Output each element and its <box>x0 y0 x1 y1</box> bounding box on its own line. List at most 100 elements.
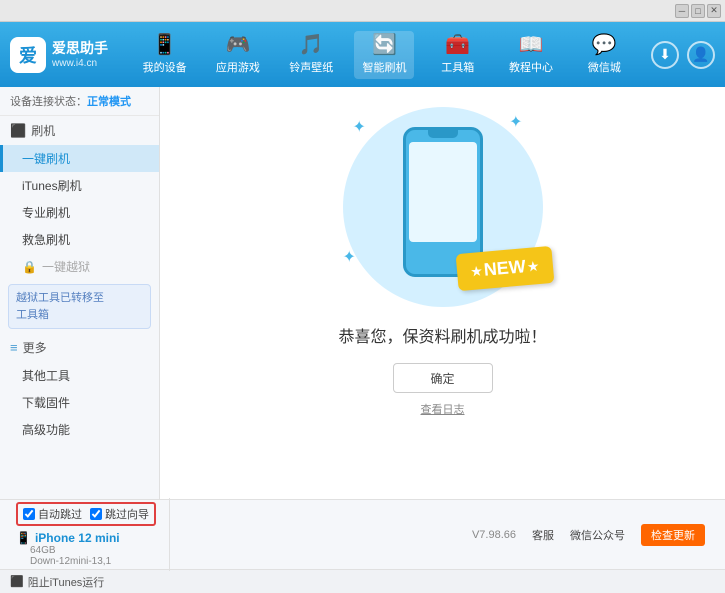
skip-wizard-input[interactable] <box>90 508 102 520</box>
nav-wechat-city[interactable]: 💬 微信城 <box>574 31 634 79</box>
tutorials-label: 教程中心 <box>509 59 553 75</box>
auto-dismiss-input[interactable] <box>23 508 35 520</box>
smart-shop-icon: 🔄 <box>372 35 397 55</box>
version-label: V7.98.66 <box>472 529 516 541</box>
nav-smart-shop[interactable]: 🔄 智能刷机 <box>354 31 414 79</box>
wechat-public-link[interactable]: 微信公众号 <box>570 527 625 543</box>
ringtones-label: 铃声壁纸 <box>289 59 333 75</box>
download-button[interactable]: ⬇ <box>651 41 679 69</box>
logo-icon: 爱 <box>10 37 46 73</box>
maximize-button[interactable]: □ <box>691 4 705 18</box>
device-info: 📱 iPhone 12 mini 64GB Down-12mini-13,1 <box>16 531 163 567</box>
content-area: ✦ ✦ ✦ NEW 恭喜您，保资料刷机成功啦！ 确定 查看日志 <box>160 87 725 499</box>
nav-toolbox[interactable]: 🧰 工具箱 <box>428 31 488 79</box>
flash-section: ⬛ 刷机 一键刷机 iTunes刷机 专业刷机 救急刷机 <box>0 116 159 253</box>
sidebar: 设备连接状态：正常模式 ⬛ 刷机 一键刷机 iTunes刷机 专业刷机 救急刷机… <box>0 87 160 499</box>
customer-service-link[interactable]: 客服 <box>532 527 554 543</box>
smart-shop-label: 智能刷机 <box>362 59 406 75</box>
toolbox-icon: 🧰 <box>445 35 470 55</box>
auto-dismiss-checkbox[interactable]: 自动跳过 <box>23 506 82 522</box>
download-firmware-label: 下载固件 <box>22 396 70 410</box>
success-text: 恭喜您，保资料刷机成功啦！ <box>338 323 546 347</box>
bottom-left: 自动跳过 跳过向导 📱 iPhone 12 mini 64GB Down-12m… <box>10 498 170 571</box>
bottom-bar: 自动跳过 跳过向导 📱 iPhone 12 mini 64GB Down-12m… <box>0 499 725 569</box>
pro-flash-label: 专业刷机 <box>22 206 70 220</box>
sidebar-item-advanced[interactable]: 高级功能 <box>0 416 159 443</box>
itunes-flash-label: iTunes刷机 <box>22 179 82 193</box>
footer: ⬛ 阻止iTunes运行 <box>0 569 725 593</box>
sidebar-item-download-firmware[interactable]: 下载固件 <box>0 389 159 416</box>
logo-text: 爱思助手 www.i4.cn <box>52 39 108 70</box>
advanced-label: 高级功能 <box>22 423 70 437</box>
other-tools-label: 其他工具 <box>22 369 70 383</box>
sidebar-item-itunes-flash[interactable]: iTunes刷机 <box>0 172 159 199</box>
device-name-text: iPhone 12 mini <box>35 531 120 545</box>
sidebar-item-one-key-flash[interactable]: 一键刷机 <box>0 145 159 172</box>
device-icon: 📱 <box>16 531 31 545</box>
device-storage: 64GB <box>16 545 163 556</box>
tutorials-icon: 📖 <box>519 35 544 55</box>
checkboxes-border: 自动跳过 跳过向导 <box>16 502 156 526</box>
sparkle-icon-3: ✦ <box>343 247 356 267</box>
skip-wizard-checkbox[interactable]: 跳过向导 <box>90 506 149 522</box>
phone-illustration: ✦ ✦ ✦ NEW <box>323 107 563 307</box>
toolbox-label: 工具箱 <box>441 59 474 75</box>
device-model: Down-12mini-13,1 <box>16 556 163 567</box>
sparkle-icon-1: ✦ <box>353 117 366 137</box>
new-badge: NEW <box>456 246 554 291</box>
sparkle-icon-2: ✦ <box>509 112 522 132</box>
minimize-button[interactable]: ─ <box>675 4 689 18</box>
status-value: 正常模式 <box>87 96 131 108</box>
more-section: ≡ 更多 其他工具 下载固件 高级功能 <box>0 333 159 443</box>
apps-games-icon: 🎮 <box>225 35 250 55</box>
sidebar-item-pro-flash[interactable]: 专业刷机 <box>0 199 159 226</box>
jailbreak-locked: 🔒 一键越狱 <box>0 253 159 280</box>
stop-itunes-label: 阻止iTunes运行 <box>28 574 105 590</box>
device-name: 📱 iPhone 12 mini <box>16 531 163 545</box>
title-bar: ─ □ ✕ <box>0 0 725 22</box>
close-button[interactable]: ✕ <box>707 4 721 18</box>
nav-my-device[interactable]: 📱 我的设备 <box>135 31 195 79</box>
header: 爱 爱思助手 www.i4.cn 📱 我的设备 🎮 应用游戏 🎵 铃声壁纸 🔄 … <box>0 22 725 87</box>
nav-bar: 📱 我的设备 🎮 应用游戏 🎵 铃声壁纸 🔄 智能刷机 🧰 工具箱 📖 教程中心… <box>128 31 641 79</box>
logo: 爱 爱思助手 www.i4.cn <box>10 37 108 73</box>
nav-ringtones[interactable]: 🎵 铃声壁纸 <box>281 31 341 79</box>
apps-games-label: 应用游戏 <box>216 59 260 75</box>
sidebar-notice: 越狱工具已转移至工具箱 <box>8 284 151 329</box>
ringtones-icon: 🎵 <box>299 35 324 55</box>
lock-icon: 🔒 <box>22 260 37 274</box>
sidebar-item-other-tools[interactable]: 其他工具 <box>0 362 159 389</box>
confirm-button[interactable]: 确定 <box>393 363 493 393</box>
skip-wizard-label: 跳过向导 <box>105 506 149 522</box>
my-device-icon: 📱 <box>152 35 177 55</box>
flash-section-label: 刷机 <box>31 122 55 139</box>
notice-text: 越狱工具已转移至工具箱 <box>16 292 104 321</box>
status-prefix: 设备连接状态： <box>10 96 87 108</box>
phone-notch <box>428 130 458 138</box>
more-section-header[interactable]: ≡ 更多 <box>0 333 159 362</box>
status-bar: 设备连接状态：正常模式 <box>0 87 159 116</box>
window-controls: ─ □ ✕ <box>675 4 721 18</box>
sidebar-item-save-data-flash[interactable]: 救急刷机 <box>0 226 159 253</box>
bottom-right: V7.98.66 客服 微信公众号 检查更新 <box>170 524 715 546</box>
main-container: 设备连接状态：正常模式 ⬛ 刷机 一键刷机 iTunes刷机 专业刷机 救急刷机… <box>0 87 725 499</box>
auto-dismiss-label: 自动跳过 <box>38 506 82 522</box>
stop-itunes-control[interactable]: ⬛ 阻止iTunes运行 <box>10 574 104 590</box>
phone-screen <box>409 142 477 242</box>
nav-apps-games[interactable]: 🎮 应用游戏 <box>208 31 268 79</box>
logo-url: www.i4.cn <box>52 57 108 70</box>
flash-section-header[interactable]: ⬛ 刷机 <box>0 116 159 145</box>
check-update-button[interactable]: 检查更新 <box>641 524 705 546</box>
nav-tutorials[interactable]: 📖 教程中心 <box>501 31 561 79</box>
more-section-icon: ≡ <box>10 340 18 355</box>
one-key-flash-label: 一键刷机 <box>22 152 70 166</box>
flash-section-icon: ⬛ <box>10 123 26 139</box>
logo-title: 爱思助手 <box>52 39 108 57</box>
my-device-label: 我的设备 <box>143 59 187 75</box>
header-right: ⬇ 👤 <box>651 41 715 69</box>
stop-icon: ⬛ <box>10 575 24 588</box>
save-data-flash-label: 救急刷机 <box>22 233 70 247</box>
view-log-link[interactable]: 查看日志 <box>421 401 465 417</box>
wechat-city-icon: 💬 <box>592 35 617 55</box>
user-button[interactable]: 👤 <box>687 41 715 69</box>
